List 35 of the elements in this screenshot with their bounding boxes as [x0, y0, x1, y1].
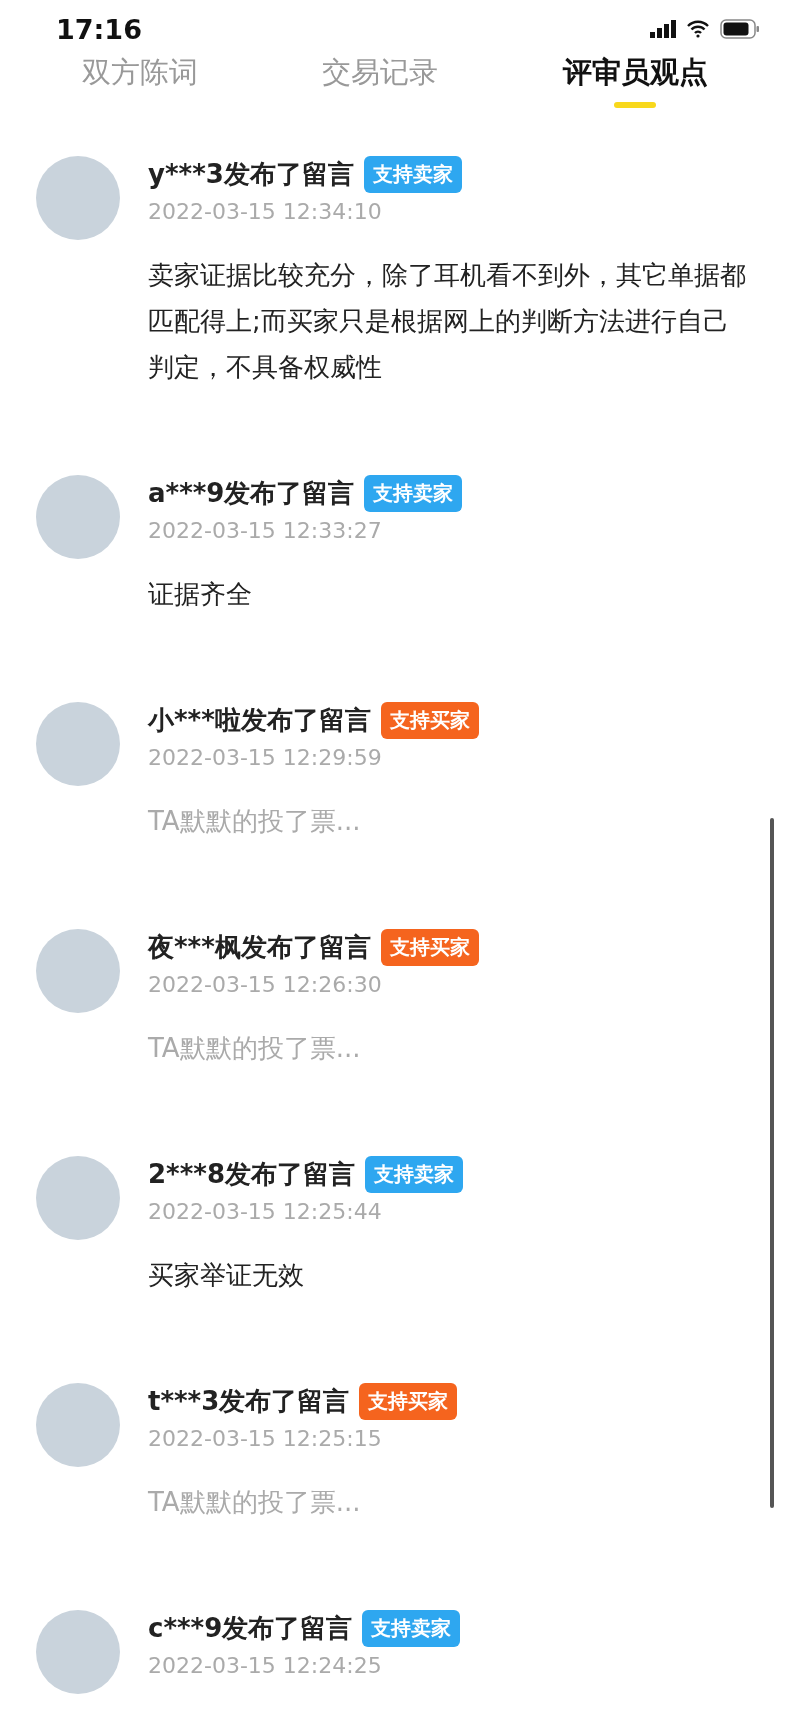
tab[interactable]: 评审员观点: [562, 52, 708, 108]
comment-time: 2022-03-15 12:34:10: [148, 198, 383, 226]
stance-tag: 支持卖家: [362, 1609, 461, 1647]
vote-note: TA默默的投了票...: [148, 1486, 362, 1519]
stance-tag: 支持卖家: [365, 1155, 463, 1193]
comment-title: 小***啦发布了留言: [148, 703, 371, 737]
comment-text: 卖家证据比较充分，除了耳机看不到外，其它单据都匹配得上;而买家只是根据网上的判断方法进行自己判定，不具备权威性: [148, 259, 747, 384]
comment-title: c***9发布了留言: [148, 1611, 353, 1645]
comment-title: a***9发布了留言: [148, 476, 355, 510]
vote-note: TA默默的投了票...: [148, 805, 362, 838]
comment-title: t***3发布了留言: [148, 1384, 350, 1418]
vote-note: TA默默的投了票...: [148, 1032, 362, 1065]
status-time: 17:16: [56, 13, 142, 45]
comment-time: 2022-03-15 12:24:25: [148, 1652, 383, 1680]
comment-title: 夜***枫发布了留言: [148, 930, 371, 964]
comment-time: 2022-03-15 12:26:30: [148, 971, 383, 999]
comment-time: 2022-03-15 12:29:59: [148, 744, 383, 772]
comment-text: 证据齐全: [148, 578, 253, 611]
comment-time: 2022-03-15 12:25:44: [148, 1198, 383, 1226]
comment-time: 2022-03-15 12:25:15: [148, 1425, 383, 1453]
stance-tag: 支持买家: [380, 928, 479, 966]
battery-icon: [720, 19, 760, 39]
stance-tag: 支持买家: [380, 701, 479, 739]
stance-tag: 支持买家: [359, 1382, 458, 1420]
tab[interactable]: 交易记录: [322, 52, 439, 108]
comment-text: 买家举证无效: [148, 1259, 305, 1292]
stance-tag: 支持卖家: [364, 474, 463, 512]
comment-title: 2***8发布了留言: [148, 1157, 355, 1191]
signal-icon: [650, 20, 676, 38]
tab-indicator: [614, 102, 657, 108]
comment-time: 2022-03-15 12:33:27: [148, 517, 383, 545]
stance-tag: 支持卖家: [363, 155, 462, 193]
comment-title: y***3发布了留言: [148, 157, 354, 191]
tab[interactable]: 双方陈词: [82, 52, 199, 108]
wifi-icon: [686, 20, 710, 38]
